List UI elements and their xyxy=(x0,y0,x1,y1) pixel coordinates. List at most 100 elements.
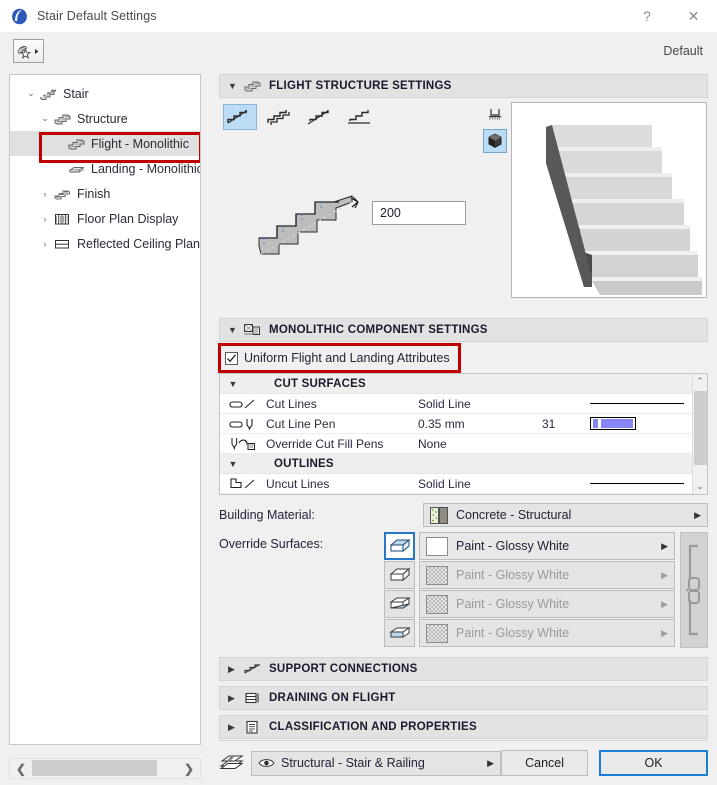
table-row[interactable]: Cut Line Pen 0.35 mm 31 xyxy=(220,414,692,434)
building-material-combo[interactable]: Concrete - Structural ▶ xyxy=(423,503,708,527)
cancel-button[interactable]: Cancel xyxy=(501,750,589,776)
section-title: FLIGHT STRUCTURE SETTINGS xyxy=(269,80,452,92)
layers-icon xyxy=(219,753,245,773)
surface-bottom-icon[interactable] xyxy=(384,561,415,589)
flight-type-stepped-button[interactable] xyxy=(263,104,297,130)
surface-swatch xyxy=(426,536,448,556)
scroll-left-icon[interactable]: ❮ xyxy=(10,762,32,776)
attribute-group-cut-surfaces[interactable]: ▼ CUT SURFACES xyxy=(220,374,692,394)
section-header-support-connections[interactable]: ▶ SUPPORT CONNECTIONS xyxy=(219,657,708,681)
section-header-draining-on-flight[interactable]: ▶ DRAINING ON FLIGHT xyxy=(219,686,708,710)
sidebar-item-reflected-ceiling-plan[interactable]: › Reflected Ceiling Plan Di xyxy=(10,231,201,256)
sidebar-item-floor-plan-display[interactable]: › Floor Plan Display xyxy=(10,206,200,231)
triangle-down-icon[interactable]: ▼ xyxy=(220,459,246,469)
scroll-track[interactable] xyxy=(693,389,707,479)
3d-view-button[interactable] xyxy=(483,129,507,153)
chevron-right-icon[interactable]: › xyxy=(38,189,52,199)
surface-value: Paint - Glossy White xyxy=(456,539,570,553)
sidebar-item-flight-monolithic[interactable]: Flight - Monolithic xyxy=(10,131,200,156)
section-header-monolithic-component[interactable]: ▼ MONOLITHIC COMPONENT SETTINGS xyxy=(219,318,708,342)
scroll-thumb[interactable] xyxy=(693,391,707,465)
scroll-up-icon[interactable]: ⌃ xyxy=(696,374,704,389)
scroll-right-icon[interactable]: ❯ xyxy=(178,762,200,776)
flight-type-open-riser-button[interactable] xyxy=(303,104,337,130)
chevron-right-icon[interactable]: › xyxy=(38,214,52,224)
sidebar-item-label: Finish xyxy=(77,186,111,201)
help-button[interactable]: ? xyxy=(624,0,670,33)
pen-color-swatch[interactable] xyxy=(590,417,692,430)
chevron-right-icon[interactable]: ▶ xyxy=(487,758,494,769)
window-title: Stair Default Settings xyxy=(37,9,157,23)
panel-splitter[interactable] xyxy=(204,69,212,785)
flight-structure-body: 200 xyxy=(219,98,708,313)
chevron-right-icon[interactable]: ▶ xyxy=(661,599,668,610)
sidebar-item-structure[interactable]: ⌄ Structure xyxy=(10,106,200,131)
finish-icon xyxy=(52,186,72,202)
stair-3d-preview xyxy=(511,102,707,298)
body-area: ⌄ Stair ⌄ Structure Flight - Monolithic … xyxy=(0,69,717,785)
table-row[interactable]: Override Cut Fill Pens None xyxy=(220,434,692,454)
section-title: CLASSIFICATION AND PROPERTIES xyxy=(269,721,477,733)
classification-properties-icon xyxy=(242,719,262,735)
chevron-right-icon[interactable]: ▶ xyxy=(661,628,668,639)
flight-type-monolithic-button[interactable] xyxy=(223,104,257,130)
attribute-pen-number: 31 xyxy=(542,416,556,431)
layer-combo[interactable]: Structural - Stair & Railing ▶ xyxy=(251,750,501,776)
chevron-right-icon[interactable]: ▶ xyxy=(661,570,668,581)
override-surfaces-label: Override Surfaces: xyxy=(219,537,324,551)
sidebar-item-finish[interactable]: › Finish xyxy=(10,181,200,206)
scroll-down-icon[interactable]: ⌄ xyxy=(696,479,704,494)
plan-view-button[interactable] xyxy=(483,102,507,126)
surface-combo-bottom[interactable]: Paint - Glossy White ▶ xyxy=(419,561,675,589)
surface-edge-icon[interactable] xyxy=(384,619,415,647)
scroll-track[interactable] xyxy=(32,759,178,778)
settings-panel: ▼ FLIGHT STRUCTURE SETTINGS 200 ▼ MONOLI… xyxy=(212,69,717,785)
sidebar-item-stair[interactable]: ⌄ Stair xyxy=(10,81,200,106)
chevron-right-icon[interactable]: ▶ xyxy=(694,510,701,521)
chevron-right-icon[interactable]: ▶ xyxy=(661,541,668,552)
triangle-down-icon[interactable]: ▼ xyxy=(228,325,242,335)
surface-value: Paint - Glossy White xyxy=(456,568,570,582)
chevron-right-icon[interactable]: › xyxy=(38,239,52,249)
triangle-right-icon[interactable]: ▶ xyxy=(228,693,242,704)
ok-button[interactable]: OK xyxy=(599,750,708,776)
surface-top-icon[interactable] xyxy=(384,532,415,560)
uniform-attributes-row: Uniform Flight and Landing Attributes xyxy=(218,343,708,373)
attributes-vscrollbar[interactable]: ⌃ ⌄ xyxy=(692,374,707,494)
cut-lines-icon xyxy=(220,397,266,411)
attribute-group-outlines[interactable]: ▼ OUTLINES xyxy=(220,454,692,474)
scroll-thumb[interactable] xyxy=(32,760,157,776)
sidebar-item-landing-monolithic[interactable]: Landing - Monolithic xyxy=(10,156,200,181)
chevron-down-icon[interactable]: ⌄ xyxy=(38,113,52,124)
override-surfaces-block: Override Surfaces: Paint - Glossy White … xyxy=(219,532,708,648)
surface-side-icon[interactable] xyxy=(384,590,415,618)
sidebar-item-label: Flight - Monolithic xyxy=(91,136,189,151)
reflected-ceiling-plan-icon xyxy=(52,236,72,252)
surface-combo-side[interactable]: Paint - Glossy White ▶ xyxy=(419,590,675,618)
chevron-down-icon[interactable]: ⌄ xyxy=(24,88,38,99)
section-header-flight-structure[interactable]: ▼ FLIGHT STRUCTURE SETTINGS xyxy=(219,74,708,98)
table-row[interactable]: Uncut Lines Solid Line xyxy=(220,474,692,494)
section-header-classification-properties[interactable]: ▶ CLASSIFICATION AND PROPERTIES xyxy=(219,715,708,739)
support-connections-icon xyxy=(242,661,262,677)
sidebar-hscrollbar[interactable]: ❮ ❯ xyxy=(9,758,201,779)
uniform-attributes-checkbox[interactable] xyxy=(225,351,238,365)
attribute-name: Cut Line Pen xyxy=(266,416,336,431)
uncut-lines-icon xyxy=(220,477,266,491)
flight-thickness-input[interactable]: 200 xyxy=(372,201,466,225)
flight-type-cantilevered-button[interactable] xyxy=(343,104,377,130)
landing-monolithic-icon xyxy=(66,161,86,177)
attribute-name: Override Cut Fill Pens xyxy=(266,436,384,451)
surface-side-buttons xyxy=(384,532,416,648)
layer-value: Structural - Stair & Railing xyxy=(281,756,425,770)
favorites-button[interactable] xyxy=(13,39,44,63)
surface-combo-edge[interactable]: Paint - Glossy White ▶ xyxy=(419,619,675,647)
triangle-down-icon[interactable]: ▼ xyxy=(220,379,246,389)
triangle-down-icon[interactable]: ▼ xyxy=(228,81,242,91)
triangle-right-icon[interactable]: ▶ xyxy=(228,664,242,675)
chain-link-icon[interactable] xyxy=(680,532,708,648)
triangle-right-icon[interactable]: ▶ xyxy=(228,722,242,733)
table-row[interactable]: Cut Lines Solid Line xyxy=(220,394,692,414)
close-button[interactable]: ✕ xyxy=(670,0,717,33)
surface-combo-top[interactable]: Paint - Glossy White ▶ xyxy=(419,532,675,560)
